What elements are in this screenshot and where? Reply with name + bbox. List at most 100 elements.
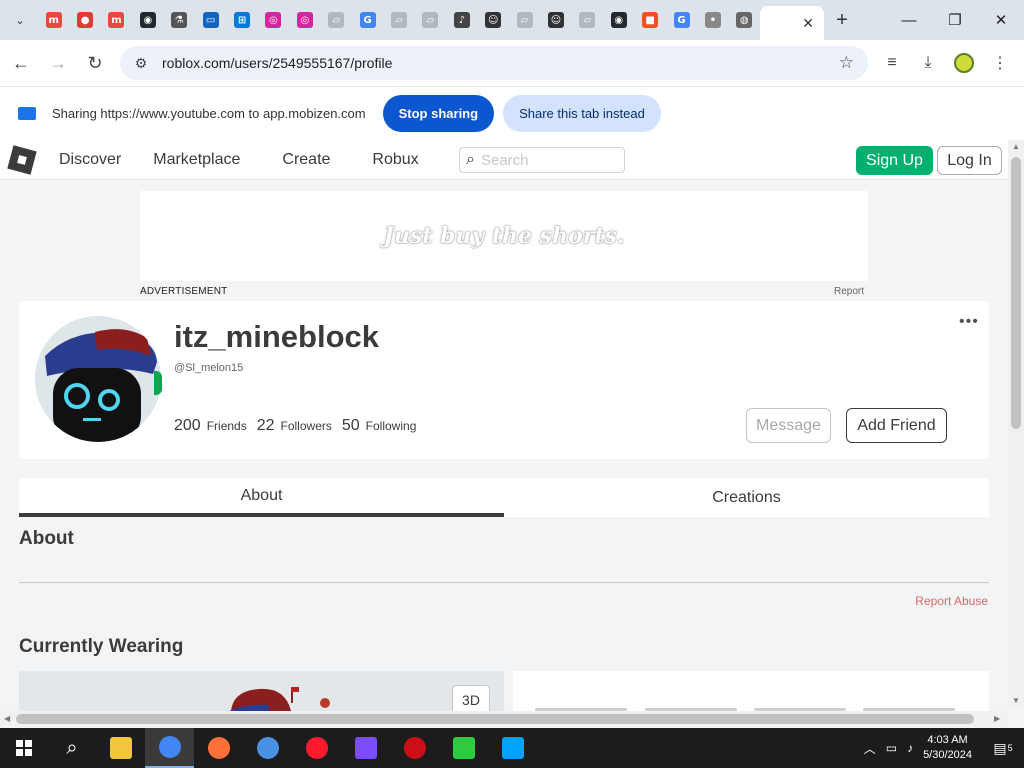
active-tab[interactable]: ✕ xyxy=(759,6,824,40)
taskbar-app[interactable] xyxy=(488,728,537,768)
nav-discover[interactable]: Discover xyxy=(59,151,121,169)
scroll-right-icon[interactable]: ▶ xyxy=(994,714,1000,723)
browser-tab[interactable]: ▭ xyxy=(195,0,226,40)
more-options-icon[interactable]: ••• xyxy=(959,313,979,331)
add-friend-button[interactable]: Add Friend xyxy=(846,408,947,443)
browser-tab[interactable]: ◎ xyxy=(289,0,320,40)
system-clock[interactable]: 4:03 AM 5/30/2024 xyxy=(923,733,972,763)
browser-tab[interactable]: ▱ xyxy=(509,0,540,40)
browser-tab[interactable]: m xyxy=(101,0,132,40)
browser-tab[interactable]: ▱ xyxy=(415,0,446,40)
avatar-3d-preview[interactable]: 3D xyxy=(19,671,504,711)
browser-tab[interactable]: ⚗ xyxy=(164,0,195,40)
tab-search-chevron-icon[interactable]: ⌄ xyxy=(8,8,32,32)
url-text[interactable]: roblox.com/users/2549555167/profile xyxy=(162,55,392,71)
show-hidden-icons-icon[interactable]: ︿ xyxy=(864,740,876,757)
taskbar-apps xyxy=(96,728,537,768)
firefox-icon xyxy=(207,737,230,759)
browser-tab[interactable]: ◍ xyxy=(729,0,760,40)
sign-up-button[interactable]: Sign Up xyxy=(856,146,933,175)
followers-label[interactable]: Followers xyxy=(281,419,332,433)
profile-username: itz_mineblock xyxy=(174,319,379,354)
volume-muted-icon[interactable]: ♪ xyxy=(907,741,913,755)
browser-tab[interactable]: ⊞ xyxy=(226,0,257,40)
windows-icon: ⊞ xyxy=(234,12,251,28)
back-button[interactable]: ← xyxy=(5,47,37,79)
address-bar[interactable]: ⚙ roblox.com/users/2549555167/profile ☆ xyxy=(120,46,868,80)
taskbar-app[interactable] xyxy=(292,728,341,768)
taskbar-app[interactable] xyxy=(439,728,488,768)
browser-tab[interactable]: G xyxy=(666,0,697,40)
browser-tab[interactable]: m xyxy=(38,0,69,40)
taskbar-app[interactable] xyxy=(390,728,439,768)
following-label[interactable]: Following xyxy=(366,419,417,433)
browser-tab[interactable]: ▱ xyxy=(572,0,603,40)
reload-button[interactable]: ↻ xyxy=(79,47,111,79)
taskbar-app[interactable] xyxy=(194,728,243,768)
browser-tab[interactable]: ▱ xyxy=(321,0,352,40)
browser-tab[interactable]: ☺ xyxy=(477,0,508,40)
avatar[interactable] xyxy=(35,316,161,442)
taskbar-search-icon[interactable]: ⌕ xyxy=(48,728,96,768)
browser-tab[interactable]: • xyxy=(697,0,728,40)
file-explorer-icon xyxy=(109,737,132,759)
currently-wearing-heading: Currently Wearing xyxy=(19,636,184,657)
browser-tab[interactable]: ◎ xyxy=(258,0,289,40)
tab-creations[interactable]: Creations xyxy=(504,478,989,517)
download-icon[interactable]: ⤓ xyxy=(912,47,944,79)
browser-tab[interactable]: ♪ xyxy=(446,0,477,40)
tab-close-icon[interactable]: ✕ xyxy=(802,15,814,32)
scroll-up-icon[interactable]: ▲ xyxy=(1012,142,1020,151)
new-tab-button[interactable]: + xyxy=(828,6,856,34)
horizontal-scroll-thumb[interactable] xyxy=(16,714,974,724)
ad-report-link[interactable]: Report xyxy=(834,286,864,297)
notifications-icon[interactable]: ▤ 5 xyxy=(988,740,1018,757)
taskbar-app[interactable] xyxy=(96,728,145,768)
stop-sharing-button[interactable]: Stop sharing xyxy=(382,95,495,132)
vertical-scrollbar[interactable]: ▲ ▼ xyxy=(1008,140,1024,710)
nav-marketplace[interactable]: Marketplace xyxy=(153,151,240,169)
vertical-scroll-thumb[interactable] xyxy=(1011,157,1021,429)
tab-about[interactable]: About xyxy=(19,478,504,517)
browser-tab[interactable]: ■ xyxy=(634,0,665,40)
scroll-left-icon[interactable]: ◀ xyxy=(4,714,10,723)
start-button[interactable] xyxy=(0,728,48,768)
taskbar-app[interactable] xyxy=(341,728,390,768)
browser-tab[interactable]: ▱ xyxy=(383,0,414,40)
browser-tab[interactable]: G xyxy=(352,0,383,40)
media-controls-icon[interactable]: ≡ xyxy=(876,47,908,79)
bookmark-star-icon[interactable]: ☆ xyxy=(839,53,854,73)
site-info-icon[interactable]: ⚙ xyxy=(126,55,156,72)
taskbar-app[interactable] xyxy=(145,728,194,768)
log-in-button[interactable]: Log In xyxy=(937,146,1002,175)
browser-tab[interactable]: ☺ xyxy=(540,0,571,40)
taskbar-app[interactable] xyxy=(243,728,292,768)
browser-tab[interactable]: ◉ xyxy=(132,0,163,40)
friends-label[interactable]: Friends xyxy=(207,419,247,433)
advertisement-banner[interactable]: Just buy the shorts. xyxy=(140,191,868,281)
page-icon: ▱ xyxy=(390,12,407,28)
maximize-button[interactable]: ❐ xyxy=(932,0,978,40)
forward-button[interactable]: → xyxy=(42,47,74,79)
browser-menu-icon[interactable]: ⋮ xyxy=(984,47,1016,79)
followers-count[interactable]: 22 xyxy=(257,417,275,435)
browser-tab[interactable]: ◉ xyxy=(603,0,634,40)
profile-avatar[interactable] xyxy=(948,47,980,79)
report-abuse-link[interactable]: Report Abuse xyxy=(915,594,988,608)
share-this-tab-button[interactable]: Share this tab instead xyxy=(503,95,661,132)
nav-create[interactable]: Create xyxy=(282,151,330,169)
roblox-logo-icon[interactable] xyxy=(7,144,37,175)
scroll-down-icon[interactable]: ▼ xyxy=(1012,696,1020,705)
horizontal-scrollbar[interactable]: ◀ ▶ xyxy=(0,711,1008,727)
search-input[interactable]: ⌕ Search xyxy=(459,147,625,173)
browser-tab[interactable]: ● xyxy=(69,0,100,40)
network-icon[interactable]: ▭ xyxy=(886,741,897,755)
message-button[interactable]: Message xyxy=(746,408,831,443)
friends-count[interactable]: 200 xyxy=(174,417,201,435)
microsoft-icon: ■ xyxy=(642,12,659,28)
toggle-3d-button[interactable]: 3D xyxy=(452,685,490,711)
close-window-button[interactable]: ✕ xyxy=(978,0,1024,40)
nav-robux[interactable]: Robux xyxy=(372,151,418,169)
following-count[interactable]: 50 xyxy=(342,417,360,435)
minimize-button[interactable]: — xyxy=(886,0,932,40)
